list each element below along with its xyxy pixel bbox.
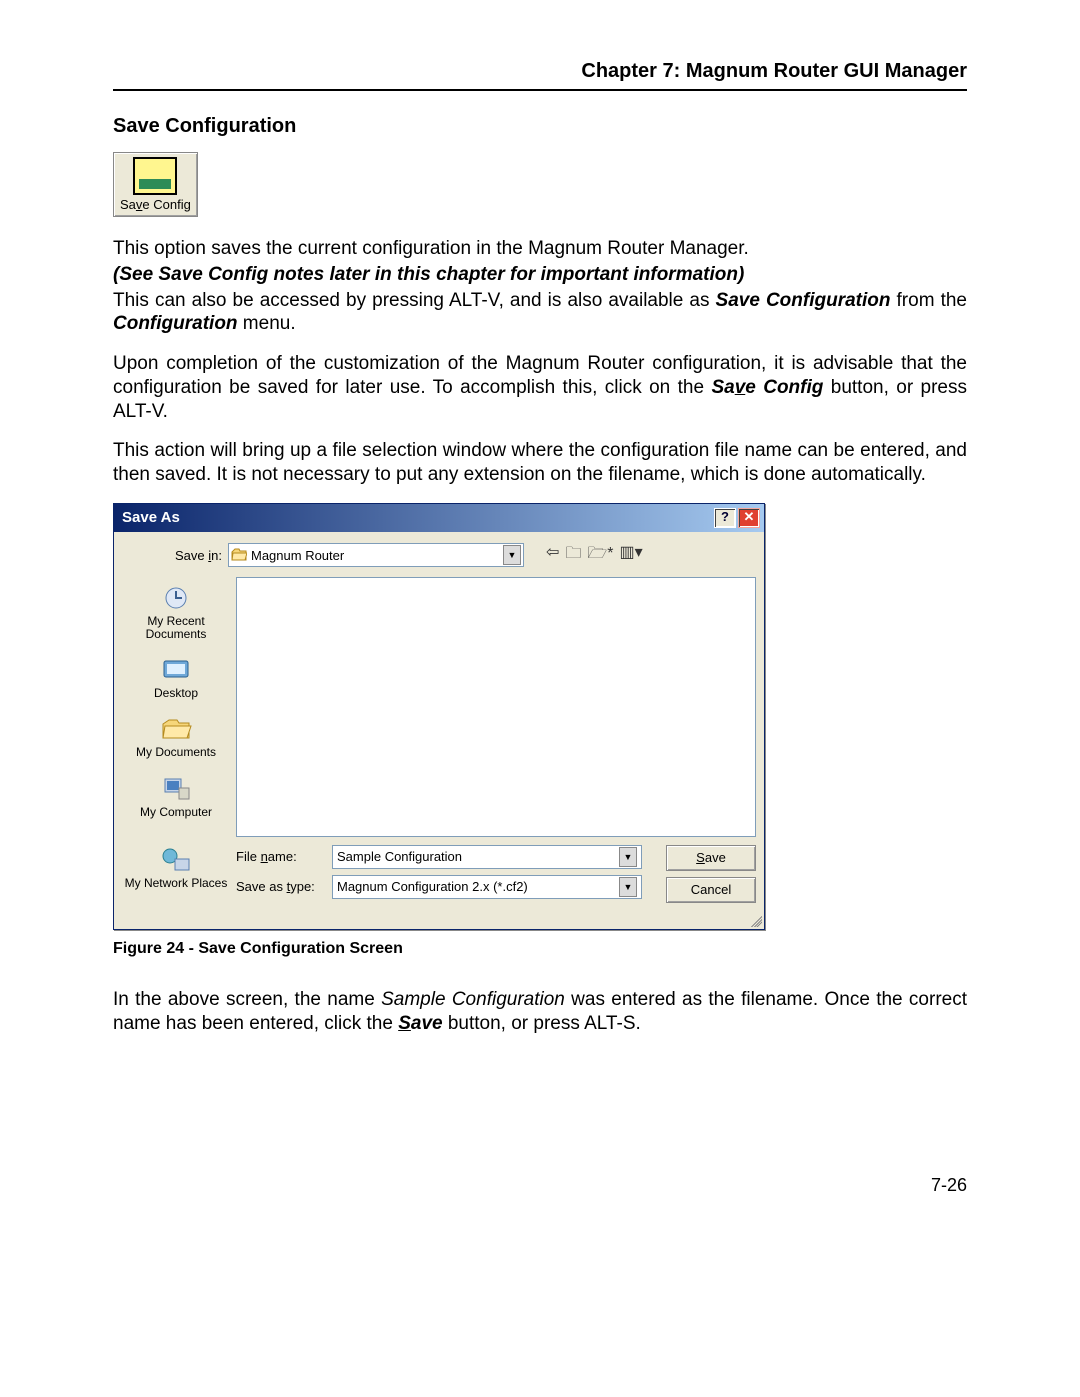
chevron-down-icon[interactable]: ▼ — [503, 545, 521, 565]
folder-open-icon — [231, 548, 247, 562]
close-button[interactable]: ✕ — [738, 508, 760, 528]
dialog-titlebar[interactable]: Save As ? ✕ — [114, 504, 764, 532]
save-as-type-label: Save as type: — [236, 879, 326, 894]
file-list-area[interactable] — [236, 577, 756, 837]
paragraph-advice: Upon completion of the customization of … — [113, 352, 967, 423]
save-config-label: Save Config — [120, 197, 191, 212]
save-as-type-field[interactable]: Magnum Configuration 2.x (*.cf2) ▼ — [332, 875, 642, 899]
views-menu-icon[interactable]: ▥▾ — [620, 542, 643, 569]
save-config-icon — [133, 157, 177, 195]
save-config-toolbar-button[interactable]: Save Config — [113, 152, 198, 217]
places-recent[interactable]: My Recent Documents — [122, 583, 230, 641]
chevron-down-icon[interactable]: ▼ — [619, 847, 637, 867]
section-title: Save Configuration — [113, 115, 967, 138]
resize-grip[interactable] — [114, 911, 764, 929]
file-name-value: Sample Configuration — [337, 849, 462, 864]
header-divider — [113, 89, 967, 91]
places-network[interactable]: My Network Places — [125, 845, 228, 890]
help-button[interactable]: ? — [714, 508, 736, 528]
file-name-label: File name: — [236, 849, 326, 864]
places-mydocuments[interactable]: My Documents — [136, 714, 216, 759]
paragraph-access: This can also be accessed by pressing AL… — [113, 289, 967, 337]
save-as-dialog: Save As ? ✕ Save in: Magnum Router ▼ — [113, 503, 765, 930]
places-desktop[interactable]: Desktop — [154, 655, 198, 700]
file-name-field[interactable]: Sample Configuration ▼ — [332, 845, 642, 869]
places-mycomputer[interactable]: My Computer — [140, 774, 212, 819]
save-in-combo[interactable]: Magnum Router ▼ — [228, 543, 524, 567]
save-in-label: Save in: — [122, 548, 222, 563]
chevron-down-icon[interactable]: ▼ — [619, 877, 637, 897]
dialog-title: Save As — [122, 509, 180, 526]
paragraph-note: (See Save Config notes later in this cha… — [113, 263, 967, 287]
back-icon[interactable]: ⇦ — [546, 542, 559, 569]
figure-caption: Figure 24 - Save Configuration Screen — [113, 940, 967, 958]
new-folder-icon[interactable]: 🗁* — [587, 542, 613, 569]
places-bar: My Recent Documents Desktop My Documents… — [122, 577, 230, 837]
paragraph-intro: This option saves the current configurat… — [113, 237, 967, 261]
save-button[interactable]: Save — [666, 845, 756, 871]
save-in-value: Magnum Router — [251, 548, 344, 563]
up-one-level-icon[interactable]: 🗀 — [565, 542, 581, 569]
save-as-type-value: Magnum Configuration 2.x (*.cf2) — [337, 879, 528, 894]
page-number: 7-26 — [113, 1175, 967, 1196]
cancel-button[interactable]: Cancel — [666, 877, 756, 903]
paragraph-followup: In the above screen, the name Sample Con… — [113, 988, 967, 1036]
paragraph-action: This action will bring up a file selecti… — [113, 439, 967, 487]
chapter-title: Chapter 7: Magnum Router GUI Manager — [113, 60, 967, 83]
